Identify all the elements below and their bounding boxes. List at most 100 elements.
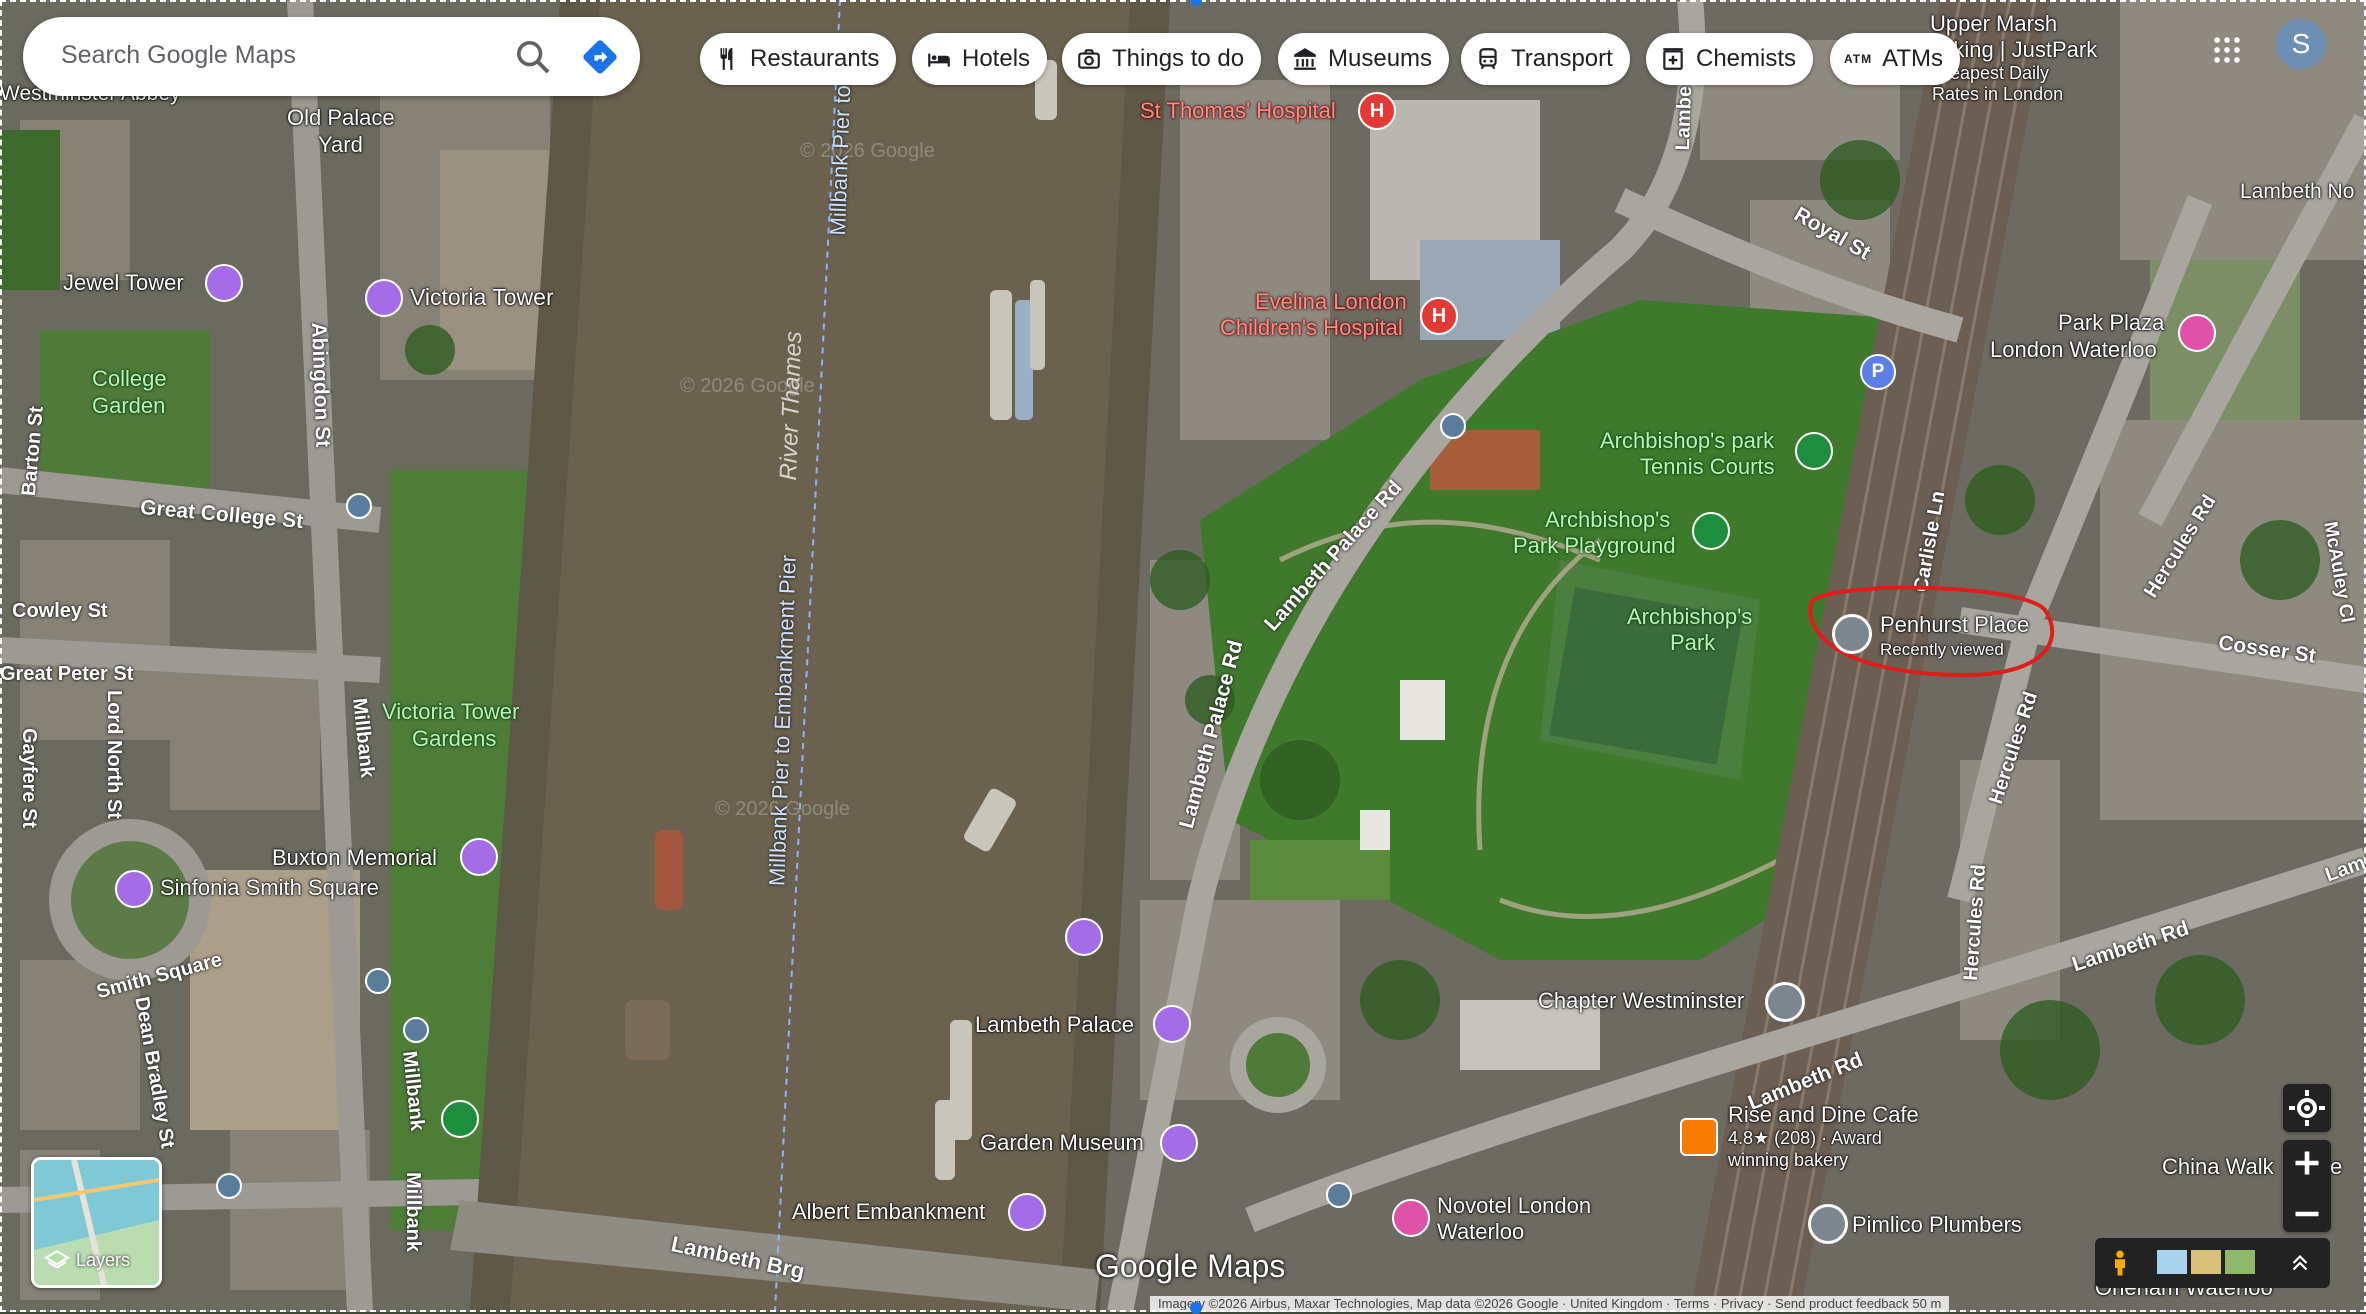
museum-icon (1294, 48, 1316, 70)
place-label[interactable]: Waterloo (1437, 1219, 1524, 1245)
hospital-label[interactable]: St Thomas' Hospital (1140, 98, 1336, 124)
place-label[interactable]: Park Plaza (2058, 310, 2164, 336)
garden-museum-pin[interactable] (1160, 1124, 1198, 1162)
bus-stop-icon[interactable] (1440, 413, 1466, 439)
chip-things-to-do[interactable]: Things to do (1062, 33, 1262, 85)
park-label: Gardens (412, 726, 497, 751)
region-link[interactable]: United Kingdom (1570, 1296, 1663, 1311)
hospital-pin[interactable]: H (1420, 297, 1458, 335)
chip-museums[interactable]: Museums (1278, 33, 1450, 85)
playground-pin[interactable] (1692, 512, 1730, 550)
search-icon[interactable] (513, 37, 553, 77)
zoom-in-icon[interactable] (2283, 1140, 2331, 1186)
chapter-pin[interactable] (1765, 982, 1805, 1022)
place-label[interactable]: Pimlico Plumbers (1852, 1212, 2022, 1238)
google-maps-logo: Google Maps (1095, 1248, 1286, 1284)
privacy-link[interactable]: Privacy (1721, 1296, 1764, 1311)
jewel-tower-pin[interactable] (205, 264, 243, 302)
place-label[interactable]: Lambeth Palace (975, 1012, 1134, 1038)
novotel-pin[interactable] (1392, 1199, 1430, 1237)
capture-handle[interactable] (1190, 1302, 1202, 1314)
layers-icon (44, 1249, 70, 1269)
scale-label[interactable]: 50 m (1912, 1296, 1941, 1311)
place-label[interactable]: London Waterloo (1990, 337, 2157, 363)
place-label[interactable]: Albert Embankment (792, 1199, 985, 1225)
landmark-pin[interactable] (1065, 918, 1103, 956)
place-label[interactable]: Jewel Tower (63, 270, 184, 296)
chip-atms[interactable]: ATM ATMs (1830, 33, 1960, 85)
place-label[interactable]: Chapter Westminster (1538, 988, 1744, 1014)
place-label[interactable]: Sinfonia Smith Square (160, 875, 379, 901)
park-plaza-pin[interactable] (2178, 314, 2216, 352)
chip-label: Museums (1328, 45, 1433, 72)
pegman-icon[interactable] (2105, 1246, 2135, 1280)
map-type-thumb[interactable] (2225, 1250, 2255, 1274)
place-label[interactable]: Buxton Memorial (272, 845, 437, 871)
place-label[interactable]: Archbishop's park (1600, 428, 1774, 454)
buxton-memorial-pin[interactable] (460, 838, 498, 876)
cafe-pin[interactable] (1680, 1118, 1718, 1156)
place-label[interactable]: Penhurst Place (1880, 612, 2029, 638)
bottom-right-toolbar (2095, 1238, 2330, 1288)
search-input[interactable]: Search Google Maps (61, 41, 296, 70)
chip-label: Chemists (1696, 45, 1797, 72)
layers-button[interactable]: Layers (31, 1157, 162, 1288)
search-box[interactable]: Search Google Maps (23, 17, 640, 96)
place-label[interactable]: Garden Museum (980, 1130, 1144, 1156)
place-label[interactable]: Archbishop's (1545, 507, 1670, 533)
feedback-link[interactable]: Send product feedback (1775, 1296, 1909, 1311)
park-label: Archbishop's (1627, 604, 1753, 629)
penhurst-pin[interactable] (1832, 614, 1872, 654)
map-type-thumb[interactable] (2191, 1250, 2221, 1274)
hospital-label[interactable]: Children's Hospital (1220, 315, 1403, 341)
zoom-out-icon[interactable] (2283, 1191, 2331, 1237)
bus-stop-icon[interactable] (1326, 1182, 1352, 1208)
bus-stop-icon[interactable] (346, 493, 372, 519)
place-label: Yard (318, 132, 363, 157)
parking-pin[interactable]: P (1860, 354, 1896, 390)
road-label: Great Peter St (0, 663, 134, 685)
place-label[interactable]: Tennis Courts (1640, 454, 1775, 480)
albert-embankment-pin[interactable] (1008, 1193, 1046, 1231)
place-label[interactable]: Novotel London (1437, 1193, 1591, 1219)
directions-icon[interactable] (578, 35, 622, 79)
place-label[interactable]: Upper Marsh (1930, 11, 2057, 37)
chevron-up-icon[interactable] (2287, 1250, 2313, 1276)
place-label: Old Palace (287, 105, 395, 130)
place-label[interactable]: Lambeth No (2240, 180, 2354, 204)
bus-stop-icon[interactable] (216, 1173, 242, 1199)
chip-chemists[interactable]: Chemists (1646, 33, 1814, 85)
chip-hotels[interactable]: Hotels (912, 33, 1048, 85)
road-label: Lord North St (103, 690, 125, 819)
sinfonia-pin[interactable] (115, 870, 153, 908)
attribution-bar: Imagery ©2026 Airbus, Maxar Technologies… (1150, 1296, 1950, 1312)
my-location-button[interactable] (2283, 1084, 2331, 1132)
place-label[interactable]: Victoria Tower (410, 284, 554, 311)
victoria-tower-pin[interactable] (365, 279, 403, 317)
hospital-label[interactable]: Evelina London (1255, 289, 1407, 315)
road-label: Millbank (402, 1172, 424, 1253)
lambeth-palace-pin[interactable] (1153, 1005, 1191, 1043)
map-type-thumb[interactable] (2157, 1250, 2187, 1274)
tennis-pin[interactable] (1795, 432, 1833, 470)
place-label[interactable]: Rise and Dine Cafe (1728, 1102, 1919, 1128)
hospital-pin[interactable]: H (1358, 92, 1396, 130)
layers-label: Layers (76, 1250, 131, 1270)
chip-restaurants[interactable]: Restaurants (700, 33, 897, 85)
pimlico-pin[interactable] (1808, 1204, 1848, 1244)
atm-icon: ATM (1844, 52, 1873, 66)
tree-pin[interactable] (441, 1100, 479, 1138)
apps-grid-icon[interactable] (2210, 33, 2244, 67)
bed-icon (928, 53, 950, 67)
place-sublabel: eapest Daily (1950, 63, 2050, 83)
place-label[interactable]: rking | JustPark (1946, 37, 2097, 63)
bus-stop-icon[interactable] (365, 968, 391, 994)
chip-transport[interactable]: Transport (1461, 33, 1630, 85)
bus-stop-icon[interactable] (403, 1017, 429, 1043)
avatar[interactable]: S (2276, 19, 2326, 69)
park-label: Victoria Tower (382, 699, 520, 724)
place-label[interactable]: China Walk (2162, 1154, 2274, 1180)
place-label[interactable]: Park Playground (1513, 533, 1676, 559)
chip-label: ATMs (1882, 45, 1943, 72)
terms-link[interactable]: Terms (1674, 1296, 1709, 1311)
